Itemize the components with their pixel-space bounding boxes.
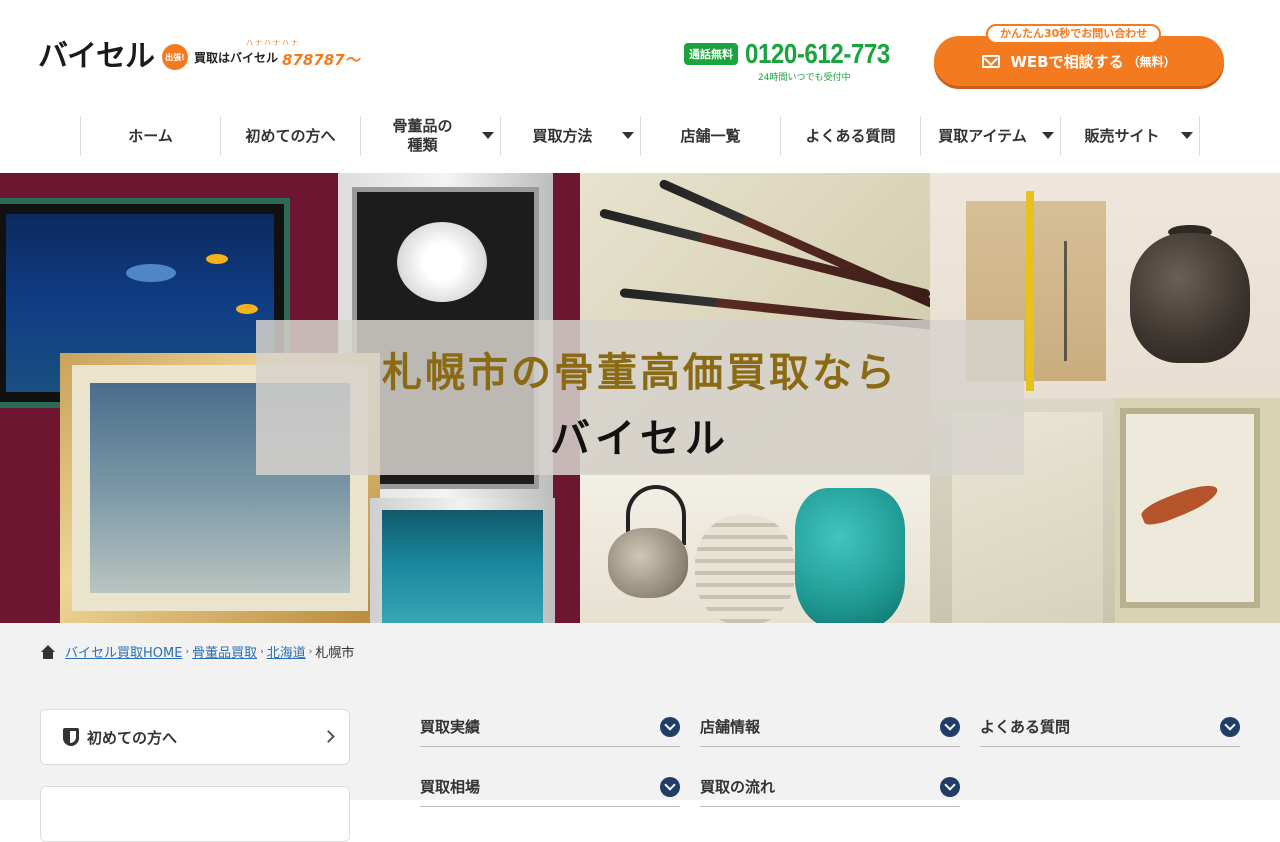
nav-item-label: ホーム [128, 126, 173, 145]
breadcrumb-current: 札幌市 [315, 646, 355, 661]
chevron-down-circle-icon [940, 776, 960, 797]
nav-item-sales-site[interactable]: 販売サイト [1060, 116, 1200, 156]
logo-badge: 出張! [162, 44, 188, 70]
caret-down-icon [1042, 132, 1054, 139]
nav-item-label: 販売サイト [1084, 126, 1160, 145]
nav-item-home[interactable]: ホーム [80, 116, 220, 156]
sidebar-card[interactable] [40, 786, 350, 842]
hero-title: 札幌市の骨董高価買取なら [382, 350, 898, 396]
chevron-down-circle-icon [940, 716, 960, 737]
breadcrumb-separator: › [308, 646, 313, 657]
logo-reading: ハナハナハナ [246, 39, 300, 47]
global-nav: ホーム 初めての方へ 骨董品の種類 買取方法 店舗一覧 よくある質問 買取アイテ… [80, 116, 1200, 156]
phone-contact[interactable]: 通話無料 0120-612-773 24時間いつでも受付中 [684, 38, 913, 83]
phone-number[interactable]: 0120-612-773 [745, 38, 890, 70]
nav-item-purchase-methods[interactable]: 買取方法 [500, 116, 640, 156]
nav-item-first-time[interactable]: 初めての方へ [220, 116, 360, 156]
breadcrumb-link-hokkaido[interactable]: 北海道 [267, 642, 306, 661]
menu-item-label: 店舗情報 [700, 718, 761, 736]
nav-item-faq[interactable]: よくある質問 [780, 116, 920, 156]
hero-vases-image [580, 473, 930, 623]
web-consult-label: WEBで相談する [1010, 52, 1124, 71]
nav-item-label: 初めての方へ [245, 126, 336, 145]
menu-item-market-price[interactable]: 買取相場 [420, 767, 680, 807]
chevron-down-circle-icon [660, 716, 680, 737]
breadcrumb: バイセル買取HOME › 骨董品買取 › 北海道 › 札幌市 [40, 642, 354, 661]
sidebar-card-label: 初めての方へ [87, 728, 178, 747]
content-area: バイセル買取HOME › 骨董品買取 › 北海道 › 札幌市 初めての方へ 買取… [0, 623, 1280, 842]
breadcrumb-link-home[interactable]: バイセル買取HOME [65, 642, 182, 661]
menu-item-label: 買取の流れ [700, 778, 776, 796]
nav-item-stores[interactable]: 店舗一覧 [640, 116, 780, 156]
caret-down-icon [482, 132, 494, 139]
caret-down-icon [622, 132, 634, 139]
site-header: バイセル 出張! 買取はバイセル 878787〜 ハナハナハナ 通話無料 012… [0, 0, 1280, 108]
menu-item-label: よくある質問 [980, 718, 1071, 736]
menu-item-faq[interactable]: よくある質問 [980, 707, 1240, 747]
chevron-down-circle-icon [660, 776, 680, 797]
breadcrumb-separator: › [185, 646, 190, 657]
menu-item-purchase-flow[interactable]: 買取の流れ [700, 767, 960, 807]
breadcrumb-separator: › [260, 646, 264, 657]
mail-icon [982, 54, 1001, 68]
nav-item-label: 店舗一覧 [680, 126, 741, 145]
menu-item-store-info[interactable]: 店舗情報 [700, 707, 960, 747]
hero-brand: バイセル [550, 416, 730, 462]
quick-inquiry-tag: かんたん30秒でお問い合わせ [986, 24, 1162, 44]
chevron-down-circle-icon [1220, 716, 1240, 737]
breadcrumb-link-antiques[interactable]: 骨董品買取 [192, 642, 257, 661]
nav-item-label: よくある質問 [805, 126, 896, 145]
menu-item-purchase-results[interactable]: 買取実績 [420, 707, 680, 747]
site-logo[interactable]: バイセル 出張! 買取はバイセル 878787〜 [38, 38, 360, 76]
logo-wordmark: バイセル [38, 39, 155, 74]
nav-item-label: 買取アイテム [938, 126, 1027, 145]
phone-hours-note: 24時間いつでも受付中 [758, 73, 851, 83]
nav-item-label: 買取方法 [532, 126, 593, 145]
toll-free-badge: 通話無料 [684, 43, 738, 65]
nav-item-antique-types[interactable]: 骨董品の種類 [360, 116, 500, 156]
menu-item-label: 買取相場 [420, 778, 481, 796]
logo-tagline: 買取はバイセル [194, 50, 279, 65]
shield-icon [63, 728, 79, 746]
logo-number: 878787〜 [282, 50, 360, 69]
home-icon [40, 644, 56, 659]
web-consult-free-note: （無料） [1127, 54, 1176, 69]
menu-item-label: 買取実績 [420, 718, 481, 736]
nav-item-label: 骨董品の種類 [392, 117, 453, 154]
caret-down-icon [1181, 132, 1193, 139]
hero-banner: 札幌市の骨董高価買取なら バイセル [0, 173, 1280, 623]
hero-text-box: 札幌市の骨董高価買取なら バイセル [256, 320, 1024, 475]
nav-item-purchase-items[interactable]: 買取アイテム [920, 116, 1060, 156]
sidebar-card-first-time[interactable]: 初めての方へ [40, 709, 350, 765]
framed-painting-lake [370, 498, 555, 623]
chevron-right-icon [322, 730, 335, 743]
